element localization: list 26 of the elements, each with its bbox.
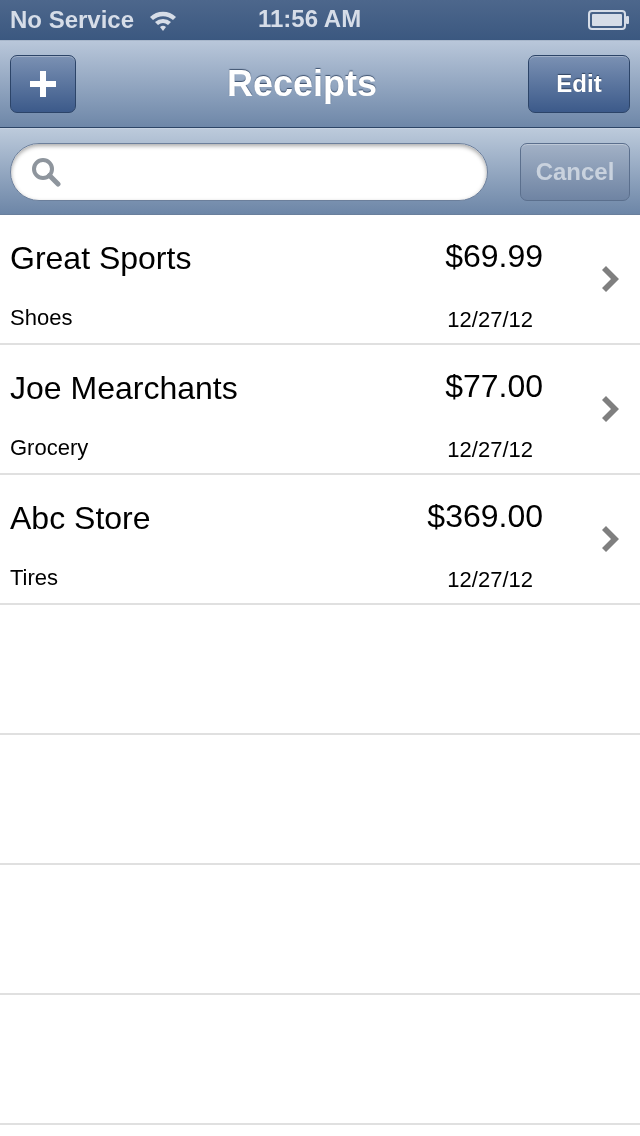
amount-label: $369.00 <box>427 499 543 533</box>
carrier-name: No Service <box>10 8 135 32</box>
amount-label: $69.99 <box>445 239 543 273</box>
date-label: 12/27/12 <box>447 438 533 462</box>
store-name: Joe Mearchants <box>10 371 238 405</box>
store-name: Great Sports <box>10 241 192 275</box>
amount-label: $77.00 <box>445 369 543 403</box>
search-icon <box>31 156 61 187</box>
date-label: 12/27/12 <box>447 568 533 592</box>
battery-icon <box>588 10 630 30</box>
receipt-row[interactable]: Abc Store Tires $369.00 12/27/12 <box>0 475 640 605</box>
chevron-right-icon <box>600 396 620 422</box>
edit-button[interactable]: Edit <box>528 55 630 113</box>
store-name: Abc Store <box>10 501 151 535</box>
category-label: Shoes <box>10 306 73 330</box>
chevron-right-icon <box>600 266 620 292</box>
receipt-row[interactable]: Great Sports Shoes $69.99 12/27/12 <box>0 215 640 345</box>
status-time: 11:56 AM <box>258 7 362 31</box>
plus-icon <box>30 71 56 97</box>
category-label: Tires <box>10 566 59 590</box>
chevron-right-icon <box>600 526 620 552</box>
add-button[interactable] <box>10 55 76 113</box>
navigation-title: Receipts <box>226 66 378 102</box>
category-label: Grocery <box>10 436 89 460</box>
receipt-row[interactable]: Joe Mearchants Grocery $77.00 12/27/12 <box>0 345 640 475</box>
date-label: 12/27/12 <box>447 308 533 332</box>
